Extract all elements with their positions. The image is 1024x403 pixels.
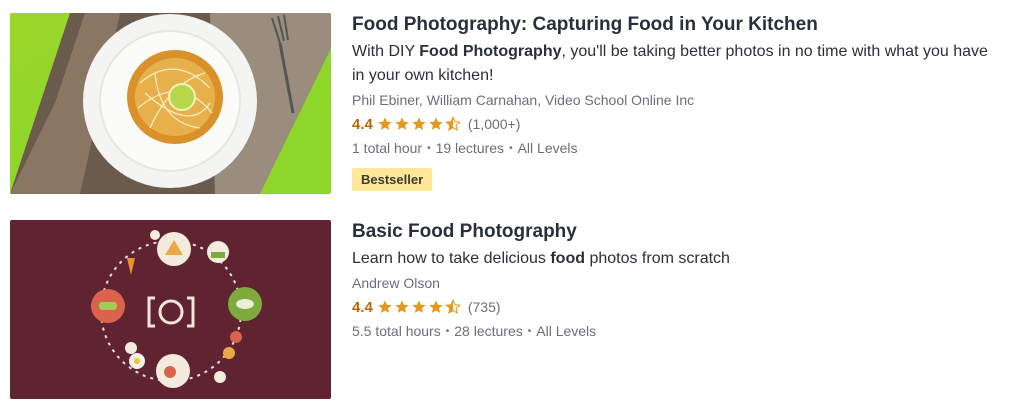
course-title[interactable]: Basic Food Photography [352,220,1014,244]
course-instructors[interactable]: Phil Ebiner, William Carnahan, Video Sch… [352,91,1014,109]
course-description: With DIY Food Photography, you'll be tak… [352,40,1002,88]
course-description: Learn how to take delicious food photos … [352,247,1002,271]
star-icon [378,117,392,130]
separator-dot: • [509,143,513,154]
course-level: All Levels [536,323,597,339]
course-instructors[interactable]: Andrew Olson [352,274,1014,292]
rating-count: (735) [467,299,501,315]
rating-count: (1,000+) [467,116,521,132]
description-text: Learn how to take delicious [352,250,551,267]
rating-value: 4.4 [352,298,373,316]
course-title[interactable]: Food Photography: Capturing Food in Your… [352,13,1014,37]
lecture-count: 19 lectures [435,140,505,156]
course-level: All Levels [517,140,578,156]
separator-dot: • [427,143,431,154]
bestseller-badge: Bestseller [352,168,433,191]
total-hours: 5.5 total hours [352,323,441,339]
rating-stars [377,299,462,315]
rating-stars [377,116,462,132]
description-text: With DIY [352,43,420,60]
rating-row: 4.4 (735) [352,297,1014,317]
lecture-count: 28 lectures [454,323,523,339]
course-meta: 5.5 total hours • 28 lectures • All Levels [352,322,1014,343]
star-icon [412,300,426,313]
rating-value: 4.4 [352,115,373,133]
star-icon [412,117,426,130]
description-text: photos from scratch [585,250,730,267]
star-icon [429,117,443,130]
description-highlight: food [550,250,585,267]
star-half-icon [444,299,461,315]
course-thumbnail[interactable] [10,220,331,399]
course-meta: 1 total hour • 19 lectures • All Levels [352,139,1014,160]
star-icon [429,300,443,313]
star-icon [378,300,392,313]
course-card-1[interactable]: Food Photography: Capturing Food in Your… [10,13,1014,194]
description-highlight: Food Photography [419,43,562,60]
separator-dot: • [527,326,532,337]
total-hours: 1 total hour [352,140,423,156]
course-thumbnail[interactable] [10,13,331,194]
star-icon [395,117,409,130]
star-half-icon [444,116,461,132]
star-icon [395,300,409,313]
separator-dot: • [445,326,450,337]
course-card-2[interactable]: Basic Food Photography Learn how to take… [10,220,1014,399]
rating-row: 4.4 (1,000+) [352,114,1014,134]
